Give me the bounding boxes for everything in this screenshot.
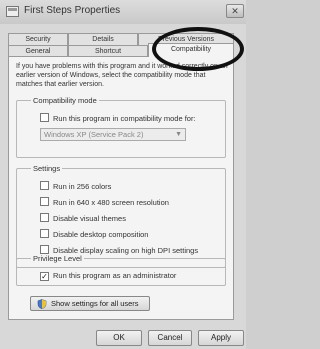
compat-mode-checkbox-label: Run this program in compatibility mode f… bbox=[53, 114, 196, 123]
setting-640x480-row[interactable]: Run in 640 x 480 screen resolution bbox=[40, 197, 169, 208]
run-as-admin-row[interactable]: ✓ Run this program as an administrator bbox=[40, 270, 176, 281]
os-version-select[interactable]: Windows XP (Service Pack 2) ▼ bbox=[40, 128, 186, 141]
window-title: First Steps Properties bbox=[24, 5, 121, 16]
chevron-down-icon: ▼ bbox=[175, 131, 182, 138]
title-bar[interactable]: First Steps Properties ✕ bbox=[0, 0, 246, 24]
apply-button[interactable]: Apply bbox=[198, 330, 244, 346]
cancel-button[interactable]: Cancel bbox=[148, 330, 192, 346]
window-app-icon bbox=[6, 6, 19, 17]
group-label-compatibility-mode: Compatibility mode bbox=[31, 96, 99, 105]
intro-text: If you have problems with this program a… bbox=[16, 63, 228, 88]
setting-visual-themes-row[interactable]: Disable visual themes bbox=[40, 213, 126, 224]
setting-dpi-scaling-checkbox[interactable] bbox=[40, 245, 49, 254]
tab-details[interactable]: Details bbox=[68, 33, 138, 45]
tab-security[interactable]: Security bbox=[8, 33, 68, 45]
close-button[interactable]: ✕ bbox=[226, 4, 244, 18]
show-settings-all-users-label: Show settings for all users bbox=[51, 299, 139, 308]
setting-256-colors-checkbox[interactable] bbox=[40, 181, 49, 190]
group-label-settings: Settings bbox=[31, 164, 63, 173]
show-settings-all-users-button[interactable]: Show settings for all users bbox=[30, 296, 150, 311]
ok-button[interactable]: OK bbox=[96, 330, 142, 346]
run-as-admin-label: Run this program as an administrator bbox=[53, 271, 177, 280]
properties-window: First Steps Properties ✕ Security Detail… bbox=[0, 0, 246, 349]
os-version-select-value: Windows XP (Service Pack 2) bbox=[44, 130, 144, 139]
setting-desktop-composition-row[interactable]: Disable desktop composition bbox=[40, 229, 148, 240]
shield-icon bbox=[37, 299, 47, 309]
tab-compatibility[interactable]: Compatibility bbox=[148, 43, 234, 57]
setting-640x480-checkbox[interactable] bbox=[40, 197, 49, 206]
setting-label: Run in 640 x 480 screen resolution bbox=[53, 198, 169, 207]
setting-label: Run in 256 colors bbox=[53, 182, 112, 191]
setting-label: Disable visual themes bbox=[53, 214, 126, 223]
setting-label: Disable desktop composition bbox=[53, 230, 149, 239]
compat-mode-checkbox[interactable] bbox=[40, 113, 49, 122]
compat-mode-checkbox-row[interactable]: Run this program in compatibility mode f… bbox=[40, 113, 196, 124]
group-label-privilege-level: Privilege Level bbox=[31, 254, 84, 263]
run-as-admin-checkbox[interactable]: ✓ bbox=[40, 272, 49, 281]
setting-256-colors-row[interactable]: Run in 256 colors bbox=[40, 181, 111, 192]
setting-desktop-composition-checkbox[interactable] bbox=[40, 229, 49, 238]
setting-visual-themes-checkbox[interactable] bbox=[40, 213, 49, 222]
